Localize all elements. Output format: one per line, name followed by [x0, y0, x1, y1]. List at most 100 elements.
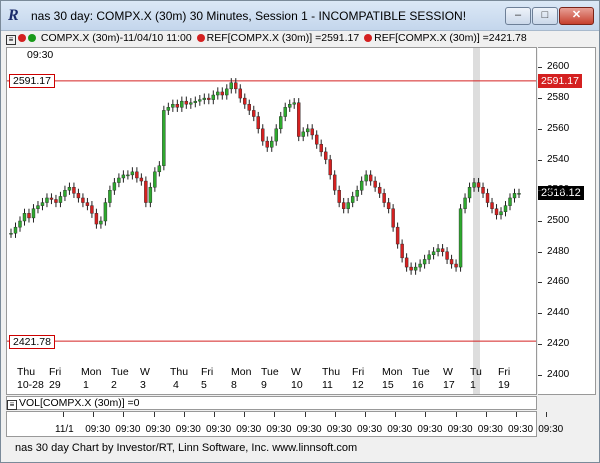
time-tick: [334, 412, 336, 417]
candle-body: [126, 174, 130, 177]
red-dot-icon[interactable]: [196, 34, 205, 42]
date-label: 29: [49, 379, 61, 391]
candle-body: [413, 266, 418, 271]
time-tick: [365, 412, 366, 417]
price-chart-svg: [7, 48, 536, 394]
candle-body: [314, 134, 319, 145]
candle-body: [22, 213, 27, 222]
time-tick-label: 09:30: [387, 424, 413, 435]
candle-body: [346, 202, 350, 209]
time-tick-label: 09:30: [85, 424, 111, 435]
candle-body: [297, 102, 301, 137]
price-chart[interactable]: 09:30 2591.17 2421.78 Thu Fri Mon Tue W Thu Fr…: [6, 47, 537, 395]
time-readout: 09:30: [27, 49, 54, 61]
candle-body: [485, 193, 490, 203]
candle-body: [517, 193, 521, 195]
time-tick: [153, 412, 155, 417]
day-label: W: [140, 366, 150, 378]
day-labels: Thu Fri Mon Tue W Thu Fri Mon Tue W Thu Fri Mon Tue W T…: [7, 366, 536, 378]
candle-body: [54, 199, 58, 203]
price-tick-label: 2440: [547, 307, 570, 319]
date-label: 10: [291, 379, 303, 391]
session-gap-band: [473, 48, 480, 394]
candle-body: [431, 251, 436, 256]
day-label: Mon: [81, 366, 102, 378]
candle-body: [310, 128, 314, 136]
volume-pane[interactable]: ≡ VOL[COMPX.X (30m)] =0: [6, 396, 537, 410]
candle-body: [31, 208, 36, 219]
price-tick: [538, 221, 542, 222]
legend-price-item[interactable]: COMPX.X (30m)-11/04/10 11:00: [41, 32, 192, 44]
time-tick: [123, 412, 125, 417]
day-label: Mon: [382, 366, 403, 378]
candle-body: [449, 259, 454, 265]
green-dot-icon[interactable]: [28, 34, 36, 42]
price-tick: [538, 98, 542, 100]
maximize-button[interactable]: □: [532, 7, 558, 25]
candle-body: [49, 197, 54, 200]
time-axis[interactable]: 11/1 09:30 09:30 09:30 09:30 09:30 09:30 09:30 0…: [6, 411, 563, 437]
candle-body: [72, 186, 76, 194]
day-label: Thu: [170, 366, 189, 378]
candle-body: [135, 171, 139, 179]
candle-body: [270, 140, 274, 148]
candle-body: [301, 131, 305, 137]
time-tick: [214, 412, 215, 417]
day-label: Thu: [322, 366, 341, 378]
candle-body: [13, 226, 18, 234]
time-tick-label: 09:30: [266, 424, 292, 435]
candle-body: [9, 233, 13, 235]
legend-ref-lower[interactable]: REF[COMPX.X (30m)] =2421.78: [374, 32, 527, 44]
candle-body: [319, 143, 323, 153]
date-label: 19: [498, 379, 510, 391]
price-tick: [538, 67, 542, 69]
day-label: Tue: [261, 366, 279, 378]
settings-icon[interactable]: ≡: [6, 35, 16, 45]
settings-icon[interactable]: ≡: [7, 400, 17, 410]
date-label: 17: [443, 379, 455, 391]
price-axis[interactable]: 2591.17 2518.12 2600 2580 2560 2540 2520 2500…: [538, 47, 596, 395]
time-tick-label: 09:30: [115, 424, 141, 435]
candle-body: [404, 257, 409, 268]
candle-body: [445, 251, 449, 260]
day-label: u: [476, 366, 482, 378]
day-label: W: [443, 366, 453, 378]
candle-body: [189, 102, 193, 105]
close-button[interactable]: ✕: [559, 7, 594, 25]
title-bar[interactable]: R nas 30 day: COMPX.X (30m) 30 Minutes, …: [1, 1, 599, 31]
candle-body: [90, 205, 94, 214]
candle-body: [99, 220, 103, 225]
red-dot-icon[interactable]: [18, 34, 26, 42]
legend-ref-upper[interactable]: REF[COMPX.X (30m)] =2591.17: [207, 32, 360, 44]
candle-body: [382, 193, 386, 203]
candle-body: [261, 128, 265, 142]
price-tick-label: 2600: [547, 61, 570, 73]
candle-body: [180, 100, 184, 108]
time-tick-label: 09:30: [538, 424, 564, 435]
date-label: 1: [470, 379, 476, 391]
candle-body: [328, 159, 332, 176]
red-dot-icon[interactable]: [364, 34, 373, 42]
candle-body: [202, 97, 207, 100]
candle-body: [508, 197, 512, 206]
price-tick-label: 2400: [547, 368, 570, 380]
time-tick: [63, 412, 64, 417]
candle-body: [499, 211, 503, 216]
candle-body: [265, 140, 269, 148]
candle-body: [418, 263, 422, 268]
date-label: 10-28: [17, 379, 44, 391]
price-tick-label: 2580: [547, 92, 570, 104]
price-tick: [538, 190, 542, 192]
minimize-button[interactable]: –: [505, 7, 531, 25]
candle-body: [76, 193, 81, 199]
day-label: W: [291, 366, 301, 378]
candle-body: [359, 180, 364, 191]
candle-body: [45, 197, 49, 203]
candle-body: [386, 202, 391, 209]
candle-body: [422, 259, 427, 265]
ref-upper-label: 2591.17: [9, 74, 55, 88]
date-label: 5: [201, 379, 207, 391]
window-title: nas 30 day: COMPX.X (30m) 30 Minutes, Se…: [31, 9, 467, 23]
candle-body: [274, 128, 278, 142]
time-tick-label: 09:30: [175, 424, 201, 435]
